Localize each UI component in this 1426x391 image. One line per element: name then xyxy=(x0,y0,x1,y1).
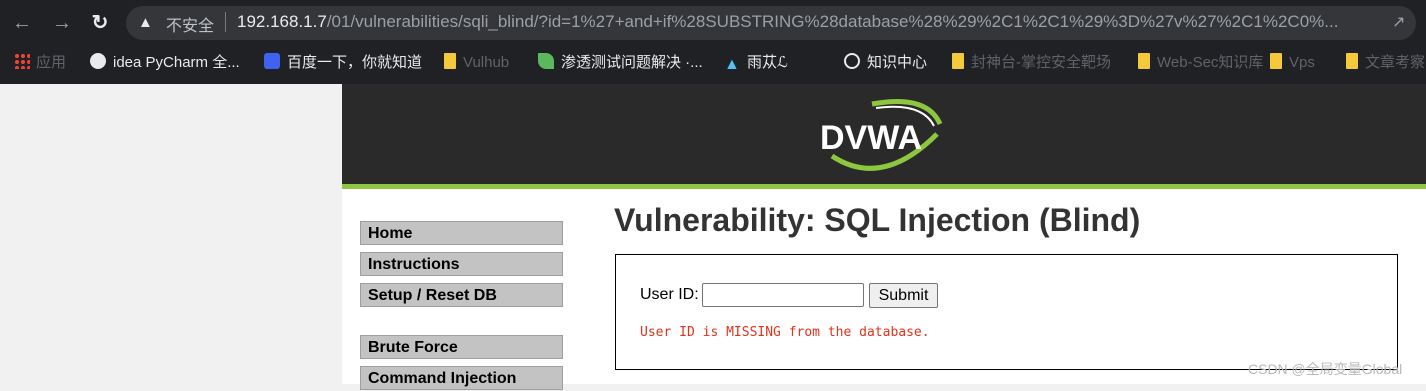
bookmarks-bar: 应用 idea PyCharm 全... 百度一下，你就知道 Vulhub 渗透… xyxy=(0,46,1426,82)
apps-grid-icon xyxy=(14,53,30,69)
submit-button[interactable]: Submit xyxy=(869,283,938,308)
bookmark-label: 文章考察 xyxy=(1365,54,1426,71)
bookmark-pentest[interactable]: 渗透测试问题解决 ·... xyxy=(538,52,703,74)
bookmark-pycharm[interactable]: idea PyCharm 全... xyxy=(90,52,240,74)
user-id-label: User ID: xyxy=(640,286,699,303)
browser-chrome: ← → ↻ ▲ 不安全 192.168.1.7/01/vulnerabiliti… xyxy=(0,0,1426,84)
m-logo-icon xyxy=(844,53,860,69)
bookmark-label: 渗透测试问题解决 ·... xyxy=(561,54,703,71)
page-title: Vulnerability: SQL Injection (Blind) xyxy=(614,202,1141,238)
user-id-input[interactable] xyxy=(702,283,864,307)
security-label[interactable]: 不安全 xyxy=(166,12,214,36)
menu-brute-force[interactable]: Brute Force xyxy=(360,335,563,359)
bookmark-websec[interactable]: Web-Sec知识库 xyxy=(1138,52,1263,74)
watermark: CSDN @全局变量Global xyxy=(1248,361,1403,377)
dvwa-logo: DVWA xyxy=(820,99,943,171)
bookmark-label: 封神台-掌控安全靶场 xyxy=(971,54,1111,71)
folder-icon xyxy=(1138,53,1150,69)
bookmark-yucong[interactable]: ▲ 雨苁ℒ xyxy=(724,52,788,74)
folder-icon xyxy=(1270,53,1282,69)
globe-icon xyxy=(90,53,106,69)
arrow-logo-icon: ▲ xyxy=(724,56,740,73)
bookmark-label: idea PyCharm 全... xyxy=(113,54,240,71)
bookmark-articles[interactable]: 文章考察 xyxy=(1346,52,1425,74)
forward-icon[interactable]: → xyxy=(48,9,76,37)
url-host: 192.168.1.7 xyxy=(237,12,327,31)
bookmark-vulhub[interactable]: Vulhub xyxy=(444,52,509,74)
header-accent-line xyxy=(342,184,1426,189)
menu-home[interactable]: Home xyxy=(360,221,563,245)
menu-command-injection[interactable]: Command Injection xyxy=(360,366,563,390)
result-message: User ID is MISSING from the database. xyxy=(640,325,930,340)
share-icon[interactable]: ↗ xyxy=(1392,12,1405,32)
browser-toolbar: ← → ↻ ▲ 不安全 192.168.1.7/01/vulnerabiliti… xyxy=(0,0,1426,46)
bookmark-label: Vulhub xyxy=(463,54,510,71)
dvwa-header: DVWA xyxy=(342,84,1426,184)
bookmark-vps[interactable]: Vps xyxy=(1270,52,1315,74)
leaf-icon xyxy=(538,53,554,69)
dvwa-container: DVWA Home Instructions Setup / Reset DB … xyxy=(342,84,1426,390)
url-text[interactable]: 192.168.1.7/01/vulnerabilities/sqli_blin… xyxy=(237,12,1377,32)
bookmark-baidu[interactable]: 百度一下，你就知道 xyxy=(264,52,422,74)
bookmark-apps[interactable]: 应用 xyxy=(14,52,66,74)
bookmark-knowledge[interactable]: 知识中心 xyxy=(844,52,927,74)
bookmark-label: Web-Sec知识库 xyxy=(1157,54,1264,71)
menu-instructions[interactable]: Instructions xyxy=(360,252,563,276)
dvwa-logo-text: DVWA xyxy=(820,119,922,157)
address-separator xyxy=(225,12,226,32)
vulnerable-code-area: User ID: Submit User ID is MISSING from … xyxy=(615,254,1398,370)
folder-icon xyxy=(1346,53,1358,69)
bookmark-label: 百度一下，你就知道 xyxy=(287,54,423,71)
bookmark-label: 知识中心 xyxy=(867,54,928,71)
baidu-icon xyxy=(264,53,280,69)
back-icon[interactable]: ← xyxy=(8,9,36,37)
bookmark-label: 雨苁ℒ xyxy=(747,54,788,71)
url-path: /01/vulnerabilities/sqli_blind/?id=1%27+… xyxy=(326,12,1339,31)
bookmark-fengshentai[interactable]: 封神台-掌控安全靶场 xyxy=(952,52,1111,74)
folder-icon xyxy=(444,53,456,69)
warning-icon[interactable]: ▲ xyxy=(138,14,153,31)
menu-setup-reset-db[interactable]: Setup / Reset DB xyxy=(360,283,563,307)
bookmark-label: Vps xyxy=(1289,54,1315,71)
folder-icon xyxy=(952,53,964,69)
page-background xyxy=(0,84,342,384)
reload-icon[interactable]: ↻ xyxy=(86,9,114,37)
bookmark-label: 应用 xyxy=(36,54,67,71)
